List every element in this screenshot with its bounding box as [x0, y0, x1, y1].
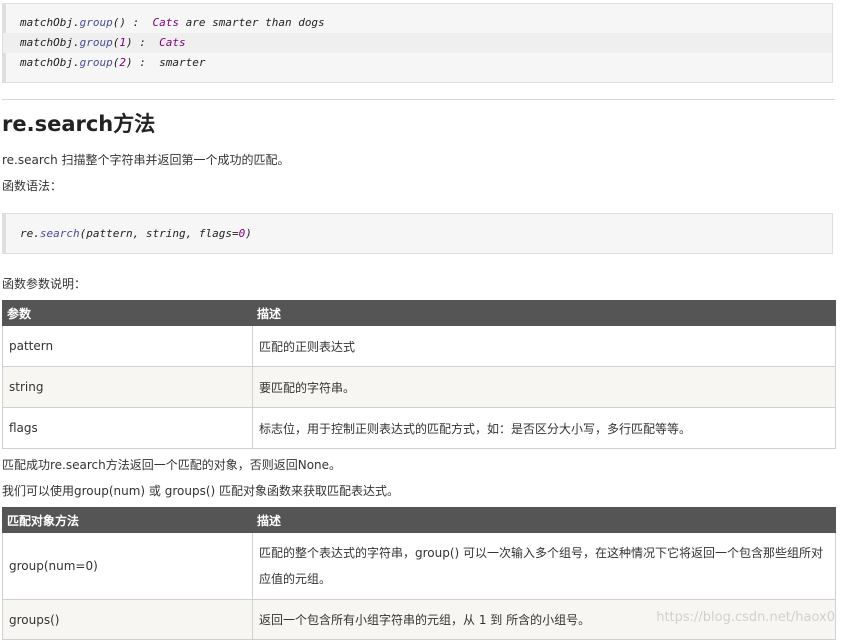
- code-token-number: 2: [119, 56, 126, 69]
- code-token-object: matchObj: [20, 36, 73, 49]
- watermark: https://blog.csdn.net/haox0: [656, 610, 835, 625]
- code-token-separator: :: [125, 16, 153, 29]
- table-header-row: 参数 描述: [2, 300, 836, 326]
- table-cell: 标志位，用于控制正则表达式的匹配方式，如：是否区分大小写，多行匹配等等。: [252, 407, 836, 449]
- code-token-module: re: [20, 227, 34, 240]
- table-header-row: 匹配对象方法 描述: [2, 507, 836, 533]
- syntax-label: 函数语法：: [2, 179, 63, 193]
- table-row: flags 标志位，用于控制正则表达式的匹配方式，如：是否区分大小写，多行匹配等…: [2, 407, 836, 449]
- code-token-method: group: [79, 36, 113, 49]
- code-token-method: search: [39, 227, 80, 240]
- code-block-syntax: re.search(pattern, string, flags=0): [2, 213, 833, 254]
- code-token-text: smarter: [159, 56, 206, 69]
- table-cell: pattern: [2, 325, 253, 367]
- code-token-param: pattern: [86, 227, 133, 240]
- code-block-group-output: matchObj.group() : Cats are smarter than…: [2, 3, 833, 83]
- code-token-number: 1: [119, 36, 126, 49]
- table-cell: 要匹配的字符串。: [252, 366, 836, 408]
- section-description: re.search 扫描整个字符串并返回第一个成功的匹配。: [2, 153, 290, 167]
- code-token-string: Cats: [159, 36, 186, 49]
- table-cell: groups(): [2, 599, 253, 640]
- code-token-string: Cats: [152, 16, 179, 29]
- table-cell: flags: [2, 407, 253, 449]
- table-row: group(num=0) 匹配的整个表达式的字符串，group() 可以一次输入…: [2, 532, 836, 600]
- code-token-object: matchObj: [20, 16, 73, 29]
- table-cell: 匹配的正则表达式: [252, 325, 836, 367]
- table-header-cell: 描述: [252, 507, 836, 533]
- group-usage-description: 我们可以使用group(num) 或 groups() 匹配对象函数来获取匹配表…: [2, 484, 400, 498]
- section-divider: [2, 99, 835, 100]
- code-line: matchObj.group() : Cats are smarter than…: [20, 16, 325, 29]
- table-header-cell: 描述: [252, 300, 836, 326]
- code-token-text: are smarter than dogs: [178, 16, 325, 29]
- code-token-paren: ): [245, 227, 252, 240]
- code-token-param: string: [145, 227, 186, 240]
- code-token-method: group: [79, 56, 113, 69]
- table-cell: group(num=0): [2, 532, 253, 600]
- code-line: re.search(pattern, string, flags=0): [20, 227, 252, 240]
- code-token-param: flags: [198, 227, 232, 240]
- table-header-cell: 匹配对象方法: [2, 507, 253, 533]
- table-cell: 匹配的整个表达式的字符串，group() 可以一次输入多个组号，在这种情况下它将…: [252, 532, 836, 600]
- code-token-object: matchObj: [20, 56, 73, 69]
- return-description: 匹配成功re.search方法返回一个匹配的对象，否则返回None。: [2, 458, 342, 472]
- code-line: matchObj.group(2) : smarter: [20, 56, 206, 69]
- code-token-method: group: [79, 16, 113, 29]
- code-token-args: (): [112, 16, 126, 29]
- table-header-cell: 参数: [2, 300, 253, 326]
- code-token-equals: =: [231, 227, 239, 240]
- params-label: 函数参数说明：: [2, 277, 87, 291]
- params-table: 参数 描述 pattern 匹配的正则表达式 string 要匹配的字符串。 f…: [2, 300, 836, 449]
- table-row: string 要匹配的字符串。: [2, 366, 836, 408]
- table-row: pattern 匹配的正则表达式: [2, 325, 836, 367]
- code-token-comma: ,: [185, 227, 199, 240]
- section-title: re.search方法: [2, 112, 156, 136]
- table-cell: string: [2, 366, 253, 408]
- code-token-comma: ,: [132, 227, 146, 240]
- code-token-separator: ) :: [125, 36, 160, 49]
- code-token-separator: ) :: [125, 56, 160, 69]
- code-line: matchObj.group(1) : Cats: [3, 33, 832, 53]
